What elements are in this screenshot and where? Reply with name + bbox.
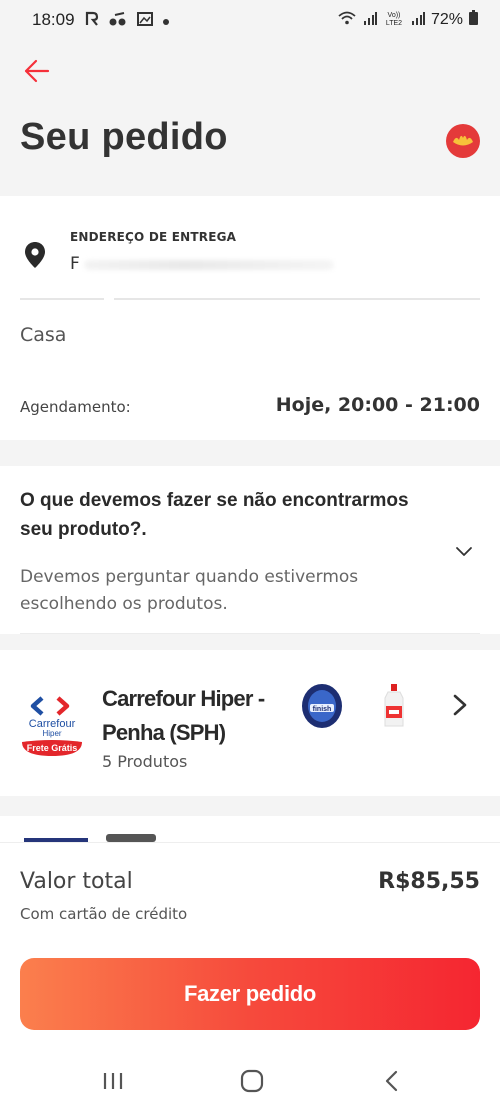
product-thumbnail: finish — [300, 682, 344, 730]
delivery-address-card: ENDEREÇO DE ENTREGA F Casa Agendamento: … — [0, 196, 500, 440]
system-nav-bar — [0, 1046, 500, 1111]
battery-icon — [469, 10, 478, 30]
status-time: 18:09 — [32, 10, 75, 29]
dot-icon — [162, 12, 169, 28]
address-field[interactable]: F — [70, 254, 80, 274]
signal-icon — [363, 11, 377, 30]
address-redacted — [84, 260, 334, 270]
back-nav-icon[interactable] — [377, 1066, 407, 1096]
volte-icon: Vo)) LTE2 — [385, 12, 403, 27]
signal-icon — [411, 11, 425, 30]
music-notification-icon — [109, 11, 127, 29]
status-bar: 18:09 Vo)) LTE2 72% — [0, 0, 500, 40]
address-label: ENDEREÇO DE ENTREGA — [70, 230, 237, 244]
replacement-answer: Devemos perguntar quando estivermos esco… — [20, 567, 359, 614]
product-thumbnail — [380, 684, 408, 728]
store-name: Carrefour Hiper - Penha (SPH) — [102, 686, 265, 745]
store-logo-badge: Frete Grátis — [27, 743, 78, 753]
store-card[interactable]: Carrefour Hiper Frete Grátis Carrefour H… — [0, 650, 500, 796]
total-value: R$85,55 — [378, 869, 480, 894]
schedule-value[interactable]: Hoje, 20:00 - 21:00 — [276, 394, 480, 416]
product-replacement-card[interactable]: O que devemos fazer se não encontrarmos … — [0, 466, 500, 634]
chevron-right-icon[interactable] — [452, 694, 468, 716]
divider — [20, 633, 480, 634]
address-name: Casa — [20, 324, 67, 346]
arrow-left-icon — [24, 59, 50, 83]
total-label: Valor total — [20, 869, 133, 894]
schedule-label: Agendamento: — [20, 398, 131, 416]
location-pin-icon — [24, 241, 46, 273]
battery-percentage: 72% — [430, 11, 463, 28]
chevron-down-icon[interactable] — [454, 544, 474, 558]
replacement-question: O que devemos fazer se não encontrarmos … — [20, 490, 409, 540]
underline-gap — [104, 297, 114, 301]
page-title: Seu pedido — [20, 116, 228, 158]
wifi-icon — [337, 10, 357, 31]
carrefour-logo: Carrefour Hiper Frete Grátis — [20, 694, 84, 760]
place-order-button[interactable]: Fazer pedido — [20, 958, 480, 1030]
back-button[interactable] — [20, 54, 54, 88]
product-thumbnail-label: finish — [313, 706, 332, 713]
recent-apps-icon[interactable] — [98, 1066, 128, 1096]
header: Seu pedido — [0, 40, 500, 196]
product-count: 5 Produtos — [102, 752, 188, 771]
status-right: Vo)) LTE2 72% — [337, 10, 478, 31]
rappi-notification-icon — [85, 11, 99, 30]
home-icon[interactable] — [237, 1066, 267, 1096]
address-underline — [20, 298, 480, 300]
next-store-name — [106, 834, 156, 842]
gallery-notification-icon — [136, 11, 153, 29]
status-left: 18:09 — [32, 10, 169, 30]
payment-method[interactable]: Com cartão de crédito — [20, 905, 187, 923]
brand-logo-icon[interactable] — [446, 124, 480, 158]
store-logo-sub: Hiper — [42, 729, 61, 738]
